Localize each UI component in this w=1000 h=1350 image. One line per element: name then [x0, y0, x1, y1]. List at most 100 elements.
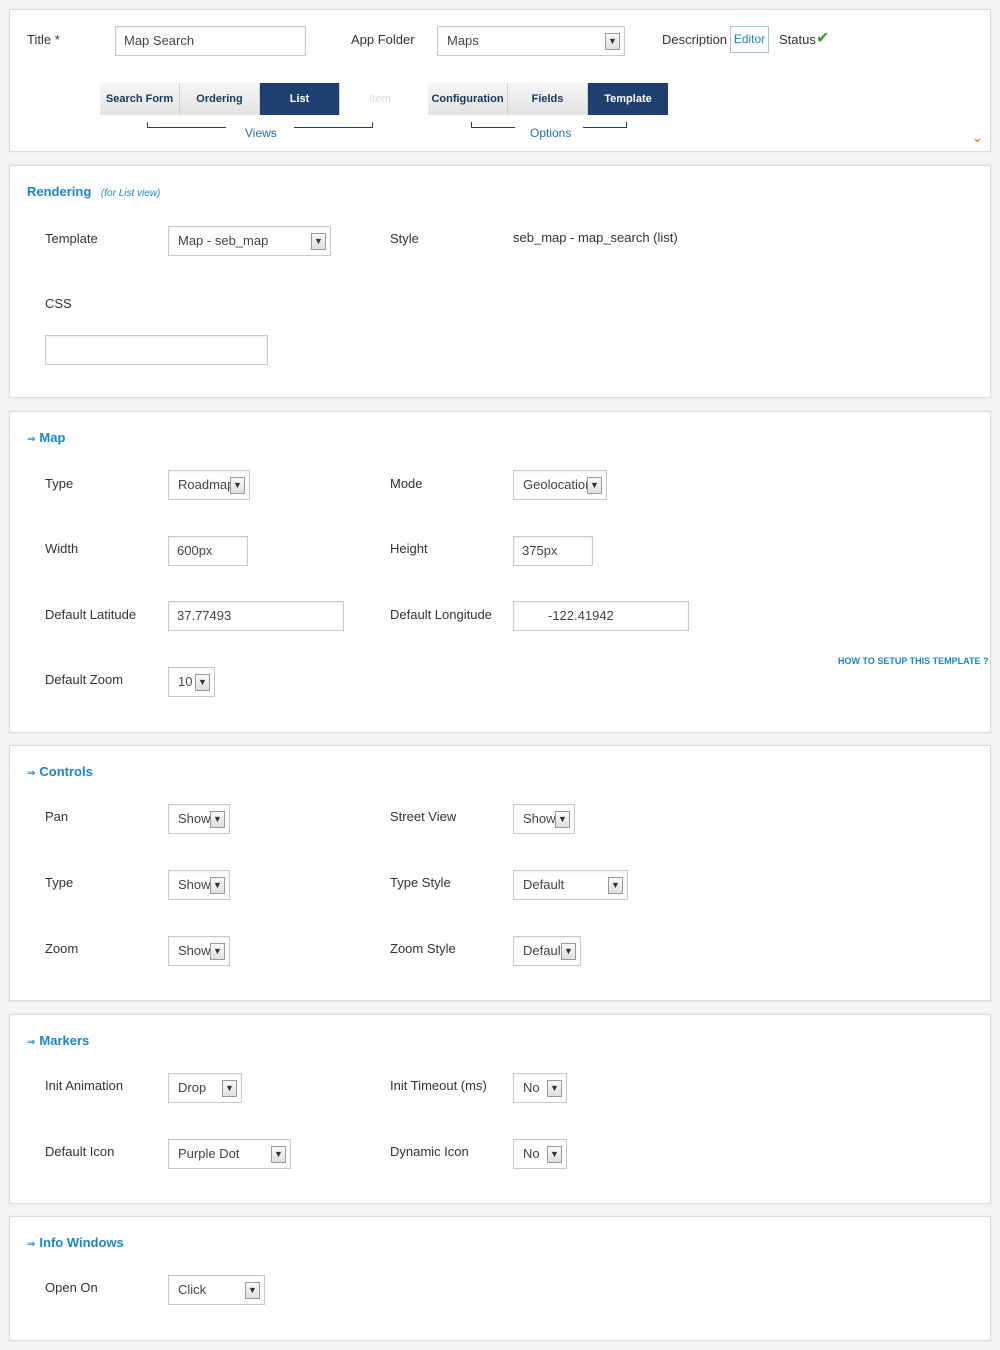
map-width-input[interactable]: 600px [168, 536, 248, 566]
map-zoom-select[interactable]: 10 ▼ [168, 667, 215, 697]
init-timeout-select[interactable]: No ▼ [513, 1073, 567, 1103]
status-label: Status [779, 32, 816, 47]
map-section-title: ⇒ Map [27, 430, 65, 445]
dynamic-icon-label: Dynamic Icon [390, 1144, 469, 1159]
init-timeout-label: Init Timeout (ms) [390, 1078, 487, 1093]
setup-help-link[interactable]: HOW TO SETUP THIS TEMPLATE ? [838, 656, 989, 666]
map-width-label: Width [45, 541, 79, 556]
default-icon-value: Purple Dot [178, 1146, 240, 1161]
arrow-right-icon: ⇒ [27, 1239, 36, 1250]
map-latitude-label: Default Latitude [45, 607, 137, 622]
rendering-section-title: Rendering (for List view) [27, 184, 160, 199]
tab-template[interactable]: Template [588, 83, 668, 115]
controls-section-title: ⇒ Controls [27, 764, 93, 779]
pan-value: Show [178, 811, 211, 826]
template-select[interactable]: Map - seb_map ▼ [168, 226, 331, 256]
default-icon-label: Default Icon [45, 1144, 115, 1159]
app-folder-select[interactable]: Maps ▼ [437, 26, 625, 56]
info-windows-section-title: ⇒ Info Windows [27, 1235, 124, 1250]
views-tab-group: Search Form Ordering List Item [100, 83, 420, 115]
arrow-right-icon: ⇒ [27, 1037, 36, 1048]
map-title: Map [39, 430, 66, 445]
control-zoom-value: Show [178, 943, 211, 958]
type-style-label: Type Style [390, 875, 451, 890]
map-type-value: Roadmap [178, 477, 235, 492]
init-animation-value: Drop [178, 1080, 207, 1095]
open-on-value: Click [178, 1282, 207, 1297]
chevron-down-icon: ▼ [547, 1146, 562, 1163]
checkmark-icon: ✔ [816, 30, 830, 47]
map-mode-label: Mode [390, 476, 423, 491]
chevron-down-icon: ▼ [311, 233, 326, 250]
info-windows-title: Info Windows [39, 1235, 124, 1250]
chevron-down-icon[interactable]: ⌄ [972, 130, 983, 146]
controls-title: Controls [39, 764, 93, 779]
tab-list[interactable]: List [260, 83, 340, 115]
app-folder-label: App Folder [351, 32, 415, 47]
map-longitude-input[interactable]: -122.41942 [513, 601, 689, 631]
init-animation-label: Init Animation [45, 1078, 124, 1093]
chevron-down-icon: ▼ [271, 1146, 286, 1163]
views-label: Views [245, 126, 277, 140]
tab-configuration[interactable]: Configuration [428, 83, 508, 115]
template-value: Map - seb_map [178, 233, 269, 248]
description-label: Description [662, 32, 728, 47]
css-label: CSS [45, 296, 72, 311]
css-input[interactable] [45, 335, 268, 365]
controls-panel: ⇒ Controls Pan Show ▼ Street View Show ▼ … [9, 745, 991, 1001]
dynamic-icon-select[interactable]: No ▼ [513, 1139, 567, 1169]
default-icon-select[interactable]: Purple Dot ▼ [168, 1139, 291, 1169]
zoom-style-select[interactable]: Default ▼ [513, 936, 581, 966]
chevron-down-icon: ▼ [561, 943, 576, 960]
rendering-panel: Rendering (for List view) Template Map -… [9, 165, 991, 398]
views-bracket-right [294, 122, 373, 128]
map-longitude-label: Default Longitude [390, 607, 492, 622]
control-zoom-select[interactable]: Show ▼ [168, 936, 230, 966]
chevron-down-icon: ▼ [587, 477, 602, 494]
dynamic-icon-value: No [523, 1146, 540, 1161]
markers-section-title: ⇒ Markers [27, 1033, 89, 1048]
chevron-down-icon: ▼ [245, 1282, 260, 1299]
pan-label: Pan [45, 809, 69, 824]
options-tab-group: Configuration Fields Template [428, 83, 668, 115]
views-bracket-left [147, 122, 226, 128]
control-type-value: Show [178, 877, 211, 892]
map-height-label: Height [390, 541, 428, 556]
map-mode-select[interactable]: Geolocation ▼ [513, 470, 607, 500]
control-type-label: Type [45, 875, 74, 890]
chevron-down-icon: ▼ [210, 943, 225, 960]
options-bracket-left [471, 122, 515, 128]
markers-title: Markers [39, 1033, 90, 1048]
tab-item: Item [340, 83, 420, 115]
tab-fields[interactable]: Fields [508, 83, 588, 115]
type-style-select[interactable]: Default ▼ [513, 870, 628, 900]
title-label: Title * [27, 32, 60, 47]
map-mode-value: Geolocation [523, 477, 593, 492]
chevron-down-icon: ▼ [210, 877, 225, 894]
editor-button[interactable]: Editor [730, 26, 769, 53]
control-zoom-label: Zoom [45, 941, 79, 956]
arrow-right-icon: ⇒ [27, 434, 36, 445]
tab-search-form[interactable]: Search Form [100, 83, 180, 115]
title-input[interactable]: Map Search [115, 26, 306, 56]
pan-select[interactable]: Show ▼ [168, 804, 230, 834]
street-view-select[interactable]: Show ▼ [513, 804, 575, 834]
chevron-down-icon: ▼ [195, 674, 210, 691]
init-animation-select[interactable]: Drop ▼ [168, 1073, 242, 1103]
map-type-label: Type [45, 476, 74, 491]
open-on-select[interactable]: Click ▼ [168, 1275, 265, 1305]
street-view-label: Street View [390, 809, 457, 824]
street-view-value: Show [523, 811, 556, 826]
tab-ordering[interactable]: Ordering [180, 83, 260, 115]
chevron-down-icon: ▼ [210, 811, 225, 828]
zoom-style-label: Zoom Style [390, 941, 456, 956]
control-type-select[interactable]: Show ▼ [168, 870, 230, 900]
options-bracket-right [583, 122, 627, 128]
map-latitude-input[interactable]: 37.77493 [168, 601, 344, 631]
map-height-input[interactable]: 375px [513, 536, 593, 566]
style-label: Style [390, 231, 419, 246]
map-zoom-value: 10 [178, 674, 193, 689]
chevron-down-icon: ▼ [547, 1080, 562, 1097]
map-type-select[interactable]: Roadmap ▼ [168, 470, 250, 500]
options-label: Options [530, 126, 572, 140]
